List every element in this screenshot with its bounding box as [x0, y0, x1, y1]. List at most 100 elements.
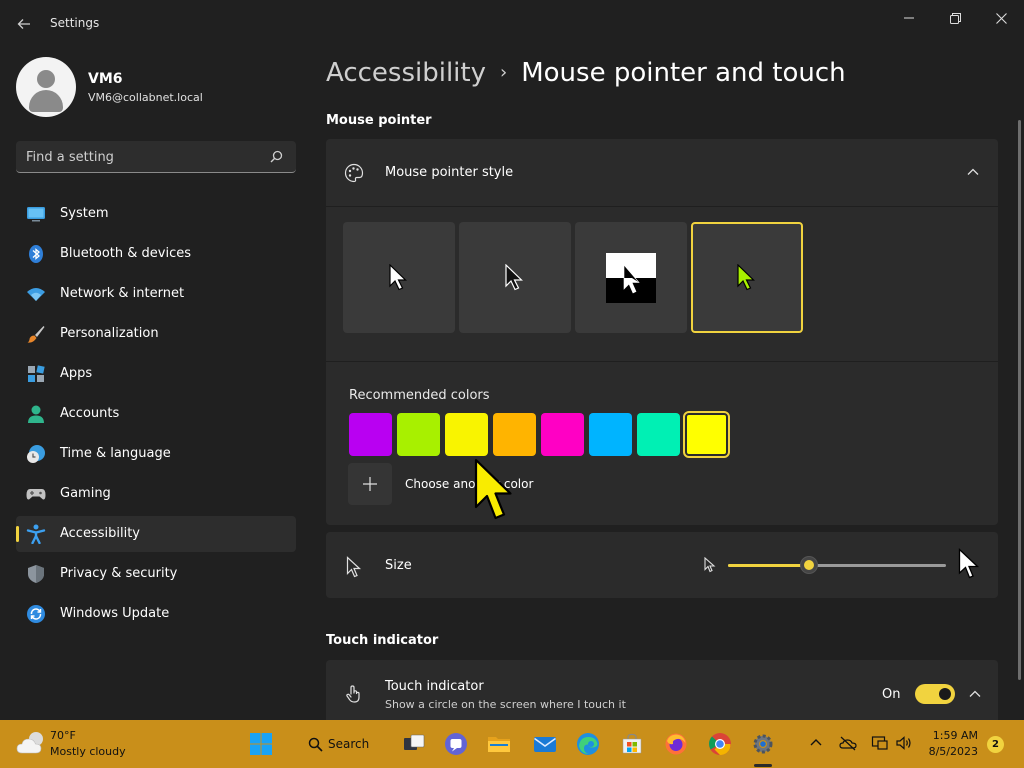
sidebar-item-label: Network & internet [60, 286, 185, 301]
touch-indicator-description: Show a circle on the screen where I touc… [385, 698, 626, 711]
sidebar-item-accessibility[interactable]: Accessibility [16, 516, 296, 552]
app-title: Settings [50, 16, 100, 30]
large-pointer-icon [958, 548, 980, 579]
gamepad-icon [26, 489, 46, 500]
user-profile[interactable]: VM6 VM6@collabnet.local [16, 57, 296, 117]
chevron-up-icon[interactable] [807, 734, 825, 752]
chrome-icon[interactable] [708, 732, 732, 756]
globe-clock-icon [27, 445, 45, 463]
toggle-state-label: On [882, 687, 901, 702]
clock-time[interactable]: 1:59 AM [928, 729, 978, 742]
color-swatch-pink[interactable] [541, 413, 584, 456]
mouse-pointer-style-header[interactable]: Mouse pointer style [326, 139, 998, 207]
settings-search-box[interactable] [16, 141, 296, 173]
sidebar-item-privacy-security[interactable]: Privacy & security [16, 556, 296, 592]
brush-icon [27, 326, 45, 343]
scrollbar[interactable] [1018, 120, 1021, 680]
back-button[interactable] [12, 12, 36, 36]
taskbar-search-label: Search [328, 737, 370, 751]
touch-indicator-card[interactable]: Touch indicator Show a circle on the scr… [326, 660, 998, 720]
maximize-button[interactable] [940, 8, 970, 28]
edge-browser-icon[interactable] [576, 732, 600, 756]
search-icon [308, 737, 323, 752]
sidebar-item-label: Accounts [60, 406, 120, 421]
active-app-indicator [754, 764, 772, 767]
back-arrow-icon [17, 19, 30, 29]
search-icon[interactable] [268, 149, 284, 165]
minimize-button[interactable] [894, 8, 924, 28]
color-swatch-lime[interactable] [397, 413, 440, 456]
palette-icon [344, 163, 364, 183]
pointer-size-slider[interactable] [728, 556, 946, 574]
sidebar-item-label: Privacy & security [60, 566, 178, 581]
sidebar-item-label: Personalization [60, 326, 159, 341]
weather-temperature[interactable]: 70°F [50, 729, 76, 742]
volume-icon[interactable] [895, 734, 913, 752]
settings-gear-icon[interactable] [751, 732, 775, 756]
sidebar-item-label: Time & language [60, 446, 171, 461]
slider-thumb[interactable] [799, 556, 818, 574]
user-email: VM6@collabnet.local [88, 91, 203, 104]
color-swatch-purple[interactable] [349, 413, 392, 456]
person-icon [28, 405, 44, 423]
cloud-moon-icon[interactable] [16, 730, 46, 756]
sidebar-nav: System Bluetooth & devices Network & int… [16, 196, 296, 636]
firefox-icon[interactable] [664, 732, 688, 756]
chevron-up-icon[interactable] [968, 687, 982, 701]
chevron-up-icon[interactable] [966, 165, 980, 179]
sidebar-item-apps[interactable]: Apps [16, 356, 296, 392]
mail-icon[interactable] [533, 732, 557, 756]
monitor-icon [27, 207, 45, 222]
sidebar-item-gaming[interactable]: Gaming [16, 476, 296, 512]
onedrive-offline-icon[interactable] [839, 734, 857, 752]
windows-start-icon[interactable] [249, 732, 273, 756]
pointer-style-white[interactable] [343, 222, 455, 333]
sidebar-item-label: Windows Update [60, 606, 170, 621]
sidebar-item-bluetooth[interactable]: Bluetooth & devices [16, 236, 296, 272]
pointer-style-black[interactable] [459, 222, 571, 333]
sidebar-item-network[interactable]: Network & internet [16, 276, 296, 312]
taskbar: 70°F Mostly cloudy Search 1:59 AM 8/5/20… [0, 720, 1024, 768]
small-pointer-icon [704, 557, 716, 573]
notification-badge[interactable]: 2 [987, 736, 1004, 753]
color-swatch-teal[interactable] [637, 413, 680, 456]
restore-icon [949, 12, 961, 24]
sidebar-item-windows-update[interactable]: Windows Update [16, 596, 296, 632]
breadcrumb-parent-link[interactable]: Accessibility [326, 58, 486, 88]
sidebar-item-label: Accessibility [60, 526, 140, 541]
color-swatch-orange[interactable] [493, 413, 536, 456]
sidebar-item-label: System [60, 206, 109, 221]
sidebar-item-time-language[interactable]: Time & language [16, 436, 296, 472]
pointer-style-custom[interactable] [691, 222, 803, 333]
slider-fill [728, 564, 809, 567]
touch-indicator-toggle[interactable] [915, 684, 955, 704]
file-explorer-icon[interactable] [487, 732, 511, 756]
clock-date[interactable]: 8/5/2023 [924, 745, 978, 758]
close-button[interactable] [986, 8, 1016, 28]
task-view-icon[interactable] [402, 732, 426, 756]
sidebar-item-system[interactable]: System [16, 196, 296, 232]
sidebar-item-accounts[interactable]: Accounts [16, 396, 296, 432]
color-swatch-yellow[interactable] [445, 413, 488, 456]
search-input[interactable] [26, 147, 256, 167]
close-icon [995, 12, 1007, 24]
title-bar: Settings [0, 0, 1024, 48]
choose-color-label[interactable]: Choose another color [405, 477, 533, 491]
color-swatch-blue[interactable] [589, 413, 632, 456]
network-icon[interactable] [871, 734, 889, 752]
pointer-style-inverted[interactable] [575, 222, 687, 333]
sidebar-item-personalization[interactable]: Personalization [16, 316, 296, 352]
update-icon [27, 605, 45, 623]
microsoft-store-icon[interactable] [620, 732, 644, 756]
taskbar-search-button[interactable]: Search [296, 728, 378, 760]
custom-color-cursor-icon [737, 264, 755, 291]
color-swatch-custom-selected[interactable] [683, 411, 730, 458]
teams-chat-icon[interactable] [444, 732, 468, 756]
weather-description[interactable]: Mostly cloudy [50, 745, 126, 758]
black-cursor-icon [505, 264, 523, 291]
choose-color-button[interactable] [348, 463, 392, 505]
wifi-icon [27, 288, 45, 301]
breadcrumb: Accessibility › Mouse pointer and touch [326, 58, 846, 88]
page-title: Mouse pointer and touch [521, 58, 846, 88]
plus-icon [363, 477, 377, 491]
